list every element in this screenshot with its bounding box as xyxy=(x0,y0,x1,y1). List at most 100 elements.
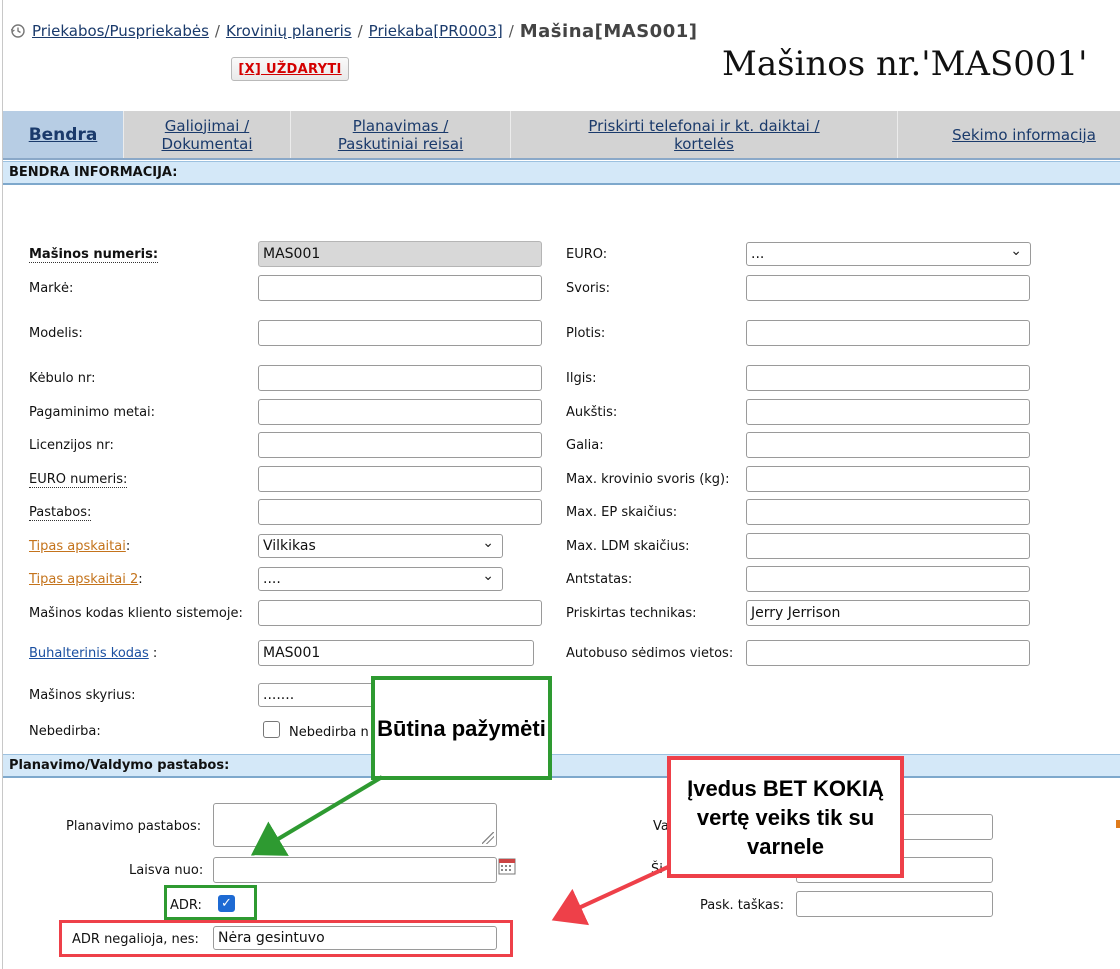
tipas-apskaitai-2-value: .... xyxy=(263,571,281,587)
euro-select-value: ... xyxy=(751,246,765,262)
tab-label: Bendra xyxy=(28,124,98,145)
euro-numeris-input[interactable] xyxy=(258,466,542,492)
breadcrumb: Priekabos/Puspriekabės / Krovinių planer… xyxy=(10,20,698,42)
nebedirba-label: Nebedirba: xyxy=(29,724,101,739)
euro-numeris-label: EURO numeris: xyxy=(29,472,128,488)
partial-label-si: Ši xyxy=(651,862,663,877)
tab-label: kortelės xyxy=(674,134,734,153)
tab-label: Dokumentai xyxy=(161,134,253,153)
max-svoris-input[interactable] xyxy=(746,466,1030,492)
adr-negalioja-highlight-box xyxy=(59,920,513,957)
masinos-skyrius-label: Mašinos skyrius: xyxy=(29,688,136,703)
tab-bendra[interactable]: Bendra xyxy=(3,111,124,158)
laisva-nuo-input[interactable] xyxy=(213,857,497,883)
laisva-nuo-label: Laisva nuo: xyxy=(129,863,204,878)
tab-underline xyxy=(3,158,1120,160)
antstatas-input[interactable] xyxy=(746,566,1030,592)
galia-label: Galia: xyxy=(566,438,604,453)
page-title: Mašinos nr.'MAS001' xyxy=(722,44,1088,84)
pask-taskas-label: Pask. taškas: xyxy=(700,898,785,913)
breadcrumb-separator: / xyxy=(508,22,514,40)
adr-highlight-box xyxy=(164,885,257,920)
euro-label: EURO: xyxy=(566,247,608,262)
plotis-input[interactable] xyxy=(746,320,1030,346)
masinos-numeris-input: MAS001 xyxy=(258,241,542,267)
buhalterinis-kodas-link[interactable]: Buhalterinis kodas xyxy=(29,646,149,661)
annotation-butina-pazymeti: Būtina pažymėti xyxy=(371,676,552,780)
tipas-apskaitai-2-label: Tipas apskaitai 2: xyxy=(29,572,143,587)
pastabos-label: Pastabos: xyxy=(29,505,92,521)
licenzijos-nr-label: Licenzijos nr: xyxy=(29,438,114,453)
marke-input[interactable] xyxy=(258,275,542,301)
tipas-apskaitai-label: Tipas apskaitai: xyxy=(29,539,131,554)
sedimos-vietos-label: Autobuso sėdimos vietos: xyxy=(566,646,734,661)
kebulo-nr-input[interactable] xyxy=(258,365,542,391)
tab-bar: Bendra Galiojimai / Dokumentai Planavima… xyxy=(3,111,1120,158)
kodas-kliento-label: Mašinos kodas kliento sistemoje: xyxy=(29,606,243,621)
max-ep-input[interactable] xyxy=(746,499,1030,525)
breadcrumb-link-priekabos[interactable]: Priekabos/Puspriekabės xyxy=(32,22,209,40)
kodas-kliento-input[interactable] xyxy=(258,600,542,626)
max-ldm-input[interactable] xyxy=(746,533,1030,559)
tipas-apskaitai-select[interactable]: Vilkikas xyxy=(258,534,503,558)
modelis-label: Modelis: xyxy=(29,326,83,341)
ilgis-label: Ilgis: xyxy=(566,371,597,386)
resize-grip-icon[interactable] xyxy=(482,832,494,844)
tipas-apskaitai-link[interactable]: Tipas apskaitai xyxy=(29,539,126,554)
antstatas-label: Antstatas: xyxy=(566,572,633,587)
aukstis-label: Aukštis: xyxy=(566,405,618,420)
aukstis-input[interactable] xyxy=(746,399,1030,425)
tab-sekimo-informacija[interactable]: Sekimo informacija xyxy=(898,111,1120,158)
tab-galiojimai[interactable]: Galiojimai / Dokumentai xyxy=(124,111,291,158)
buhalterinis-kodas-input[interactable]: MAS001 xyxy=(258,640,534,666)
nebedirba-checkbox[interactable] xyxy=(263,721,280,738)
tab-priskirti-telefonai[interactable]: Priskirti telefonai ir kt. daiktai / kor… xyxy=(511,111,898,158)
section-header-planavimo: Planavimo/Valdymo pastabos: xyxy=(3,754,1120,778)
technikas-input[interactable]: Jerry Jerrison xyxy=(746,600,1030,626)
max-ep-label: Max. EP skaičius: xyxy=(566,505,678,520)
close-button[interactable]: [X] UŽDARYTI xyxy=(231,57,349,81)
galia-input[interactable] xyxy=(746,432,1030,458)
marke-label: Markė: xyxy=(29,281,74,296)
planavimo-pastabos-label: Planavimo pastabos: xyxy=(66,819,202,834)
breadcrumb-current: Mašina[MAS001] xyxy=(519,20,698,42)
pagaminimo-metai-input[interactable] xyxy=(258,399,542,425)
tipas-apskaitai-value: Vilkikas xyxy=(263,538,316,554)
svoris-label: Svoris: xyxy=(566,281,611,296)
breadcrumb-separator: / xyxy=(214,22,220,40)
tab-label: Galiojimai / xyxy=(164,116,250,135)
breadcrumb-separator: / xyxy=(357,22,363,40)
nebedirba-checkbox-label: Nebedirba n xyxy=(289,725,369,740)
history-icon[interactable] xyxy=(10,23,26,39)
ilgis-input[interactable] xyxy=(746,365,1030,391)
tab-label: Sekimo informacija xyxy=(952,125,1096,144)
tab-label: Planavimas / xyxy=(352,116,449,135)
tab-planavimas[interactable]: Planavimas / Paskutiniai reisai xyxy=(291,111,511,158)
licenzijos-nr-input[interactable] xyxy=(258,432,542,458)
tab-label: Paskutiniai reisai xyxy=(337,134,464,153)
masinos-skyrius-select[interactable]: ....... xyxy=(258,683,378,707)
annotation-ivedus-bet-kokia: Įvedus BET KOKIĄ vertę veiks tik su varn… xyxy=(667,756,904,878)
pastabos-input[interactable] xyxy=(258,499,542,525)
tipas-apskaitai-2-link[interactable]: Tipas apskaitai 2 xyxy=(29,572,138,587)
svoris-input[interactable] xyxy=(746,275,1030,301)
pagaminimo-metai-label: Pagaminimo metai: xyxy=(29,405,156,420)
calendar-icon[interactable] xyxy=(498,857,516,875)
tab-label: Priskirti telefonai ir kt. daiktai / xyxy=(588,116,820,135)
tipas-apskaitai-2-select[interactable]: .... xyxy=(258,567,503,591)
breadcrumb-link-priekaba[interactable]: Priekaba[PR0003] xyxy=(369,22,503,40)
kebulo-nr-label: Kėbulo nr: xyxy=(29,371,96,386)
breadcrumb-link-kroviniu-planeris[interactable]: Krovinių planeris xyxy=(226,22,352,40)
section-header-bendra: BENDRA INFORMACIJA: xyxy=(3,161,1120,185)
orange-edge-marker xyxy=(1116,820,1120,828)
max-svoris-label: Max. krovinio svoris (kg): xyxy=(566,472,730,487)
plotis-label: Plotis: xyxy=(566,326,606,341)
sedimos-vietos-input[interactable] xyxy=(746,640,1030,666)
planavimo-pastabos-textarea[interactable] xyxy=(213,803,497,847)
pask-taskas-input[interactable] xyxy=(796,891,993,917)
buhalterinis-kodas-label: Buhalterinis kodas : xyxy=(29,646,158,661)
euro-select[interactable]: ... xyxy=(746,242,1031,266)
modelis-input[interactable] xyxy=(258,320,542,346)
max-ldm-label: Max. LDM skaičius: xyxy=(566,539,690,554)
masinos-numeris-label: Mašinos numeris: xyxy=(29,247,159,263)
